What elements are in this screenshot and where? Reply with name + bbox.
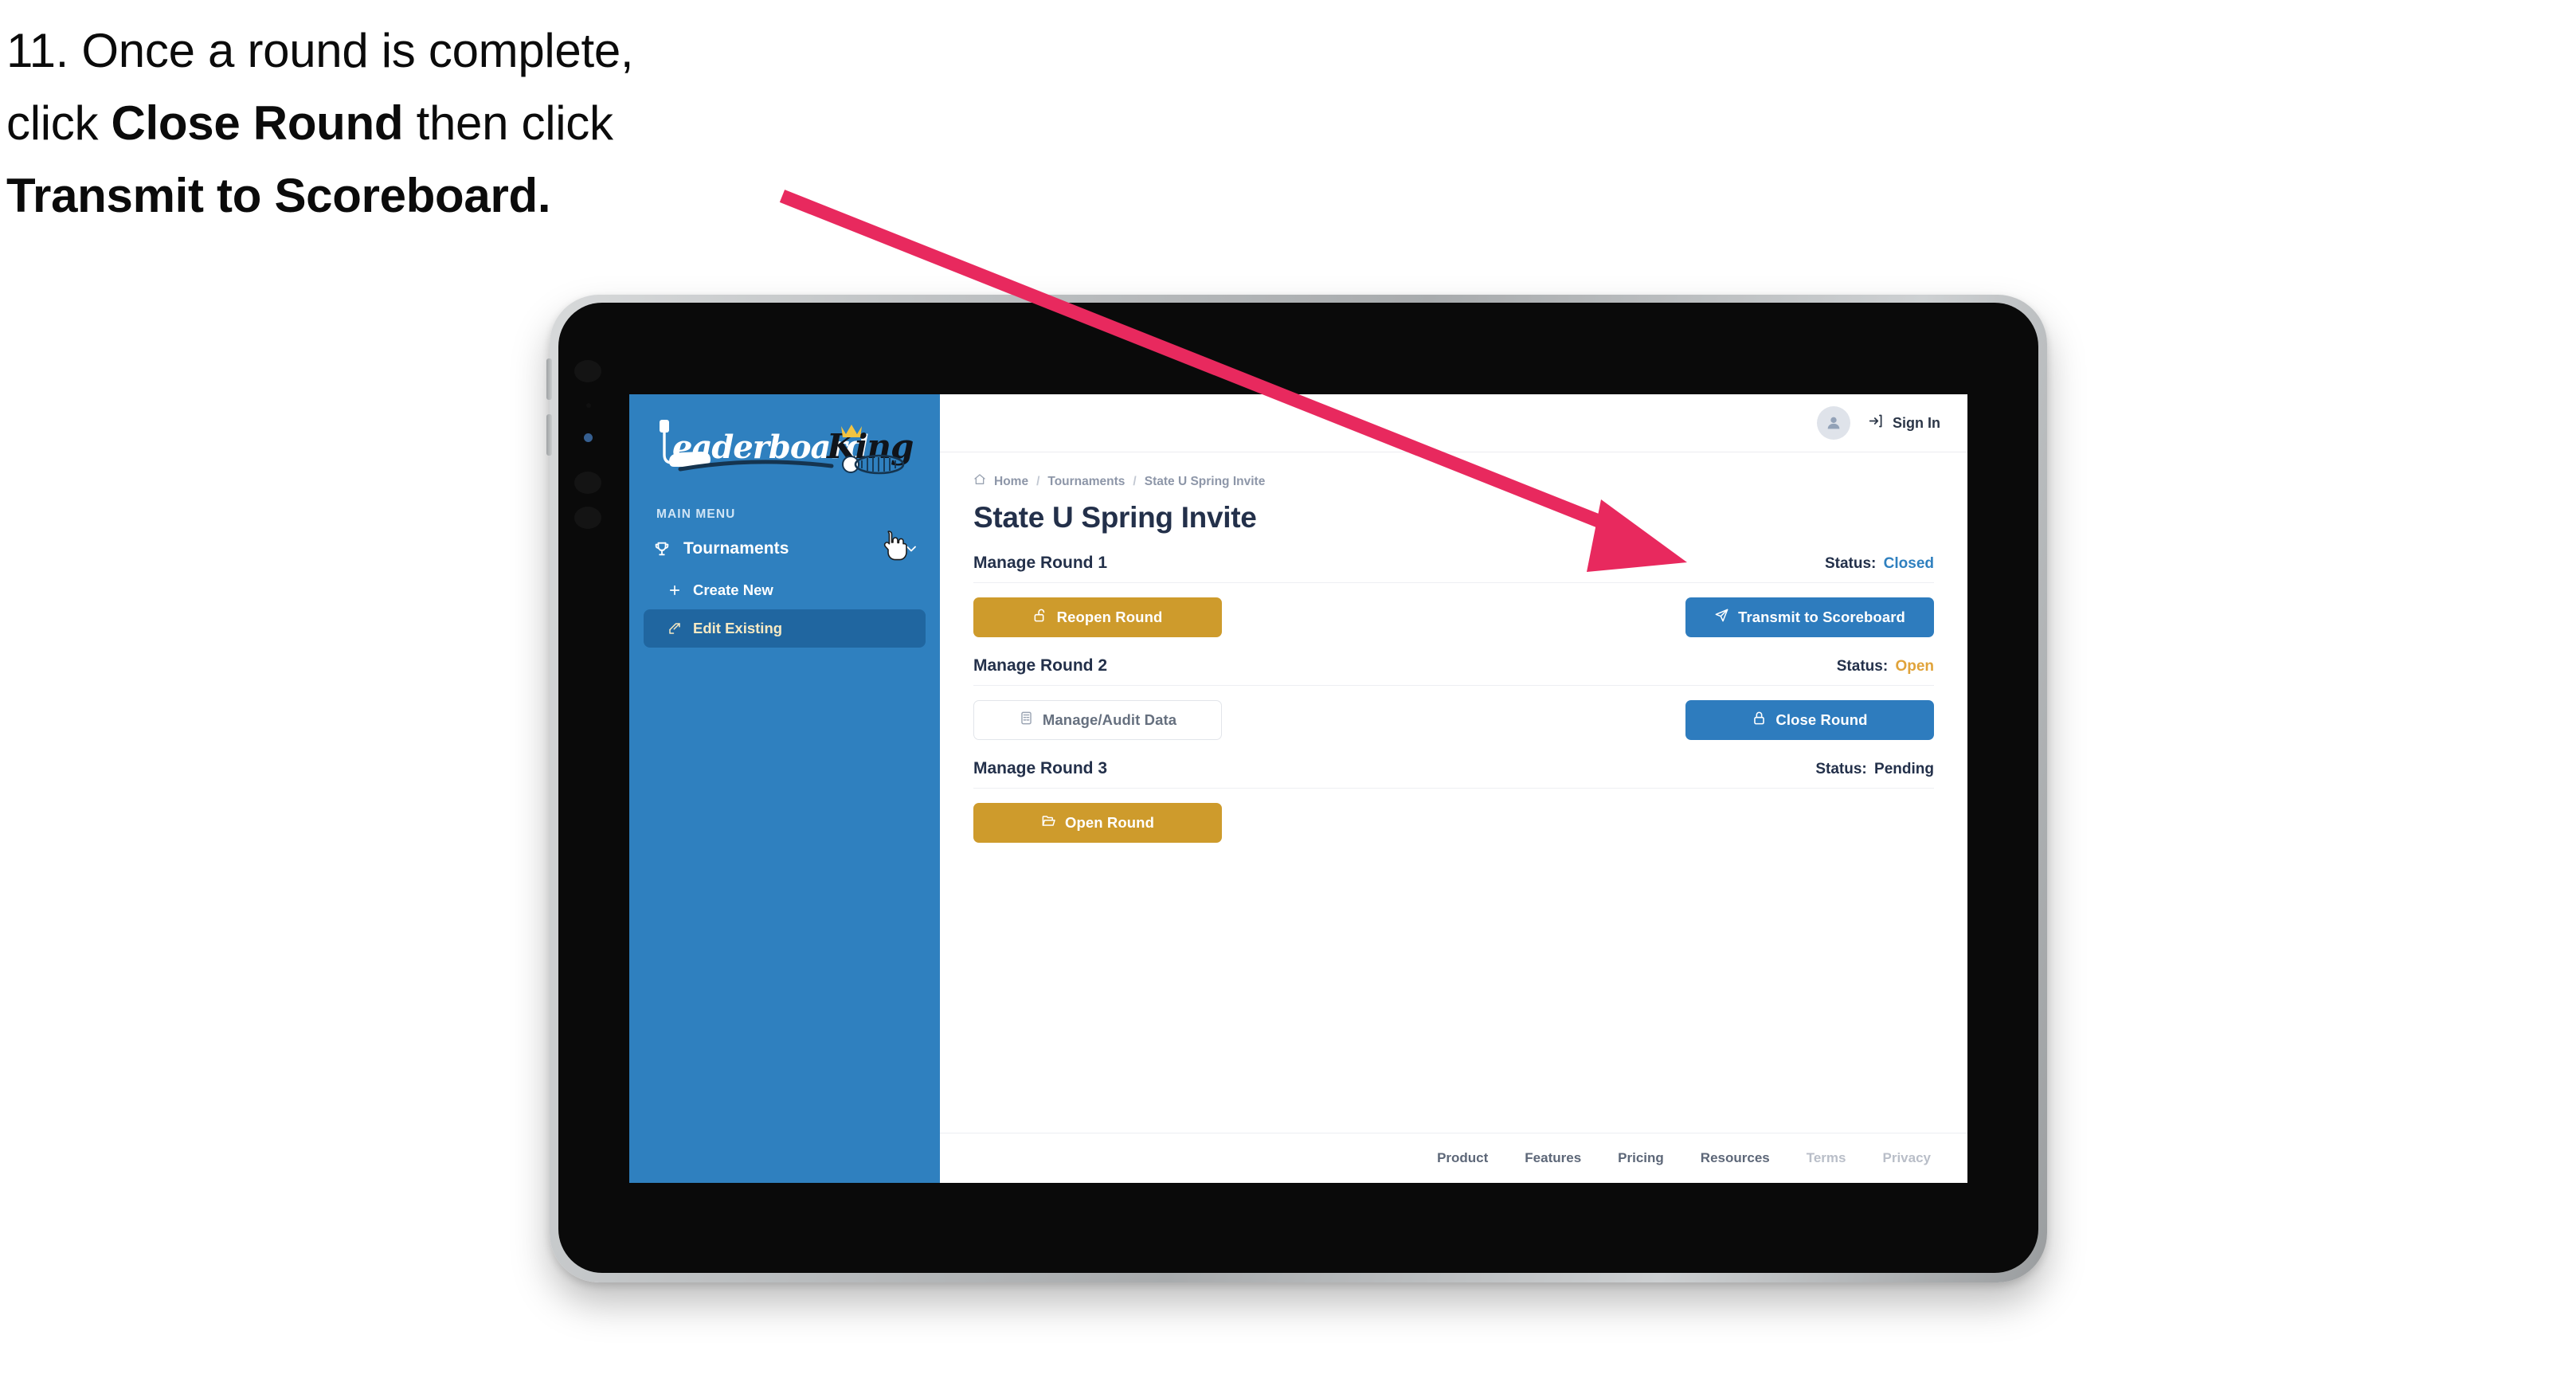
sidebar-section-label: MAIN MENU — [656, 507, 736, 521]
main-content: Sign In Home / Tournaments / State U Spr… — [940, 394, 1967, 1183]
microphone-icon — [574, 507, 601, 529]
status-badge: Status: Pending — [1815, 761, 1934, 778]
breadcrumb-item-home[interactable]: Home — [994, 475, 1028, 489]
status-value: Open — [1895, 658, 1934, 675]
breadcrumb-separator: / — [1133, 474, 1137, 488]
footer-link-resources[interactable]: Resources — [1701, 1150, 1770, 1166]
page-title: State U Spring Invite — [973, 501, 1257, 534]
round-actions: Manage/Audit Data Close Round — [973, 700, 1934, 740]
footer-link-pricing[interactable]: Pricing — [1618, 1150, 1664, 1166]
unlock-icon — [1033, 608, 1048, 627]
round-title: Manage Round 2 — [973, 656, 1108, 675]
caption-line-3: Transmit to Scoreboard. — [6, 159, 883, 232]
status-value: Pending — [1874, 761, 1934, 777]
breadcrumb: Home / Tournaments / State U Spring Invi… — [973, 473, 1934, 490]
open-round-button[interactable]: Open Round — [973, 803, 1222, 843]
app-logo[interactable]: eaderboard King — [629, 394, 940, 490]
volume-up-button[interactable] — [546, 358, 552, 400]
volume-down-button[interactable] — [546, 414, 552, 456]
status-label: Status: — [1824, 555, 1877, 572]
ambient-sensor-icon — [574, 472, 601, 494]
button-label: Transmit to Scoreboard — [1738, 609, 1905, 625]
round-header: Manage Round 1 Status: Closed — [973, 554, 1934, 583]
folder-open-icon — [1041, 813, 1056, 832]
status-badge: Status: Open — [1837, 658, 1934, 675]
sign-in-icon — [1868, 413, 1885, 433]
status-value: Closed — [1883, 555, 1934, 572]
user-avatar-icon[interactable] — [1817, 406, 1850, 440]
home-icon[interactable] — [973, 473, 986, 490]
sidebar-item-label: Create New — [693, 581, 773, 598]
button-label: Reopen Round — [1056, 609, 1163, 625]
sign-in-label: Sign In — [1893, 414, 1940, 431]
edit-pencil-icon — [664, 621, 685, 636]
clipboard-icon — [1019, 711, 1034, 730]
reopen-round-button[interactable]: Reopen Round — [973, 597, 1222, 637]
tablet-device-mockup: eaderboard King MAIN MENU Tournaments Cr… — [546, 295, 2047, 1282]
round-actions: Reopen Round Transmit to Scoreboard — [973, 597, 1934, 637]
chevron-down-icon[interactable] — [903, 541, 919, 557]
sidebar-group-label: Tournaments — [683, 539, 789, 558]
status-label: Status: — [1815, 761, 1867, 777]
status-label: Status: — [1836, 658, 1889, 675]
round-block-3: Manage Round 3 Status: Pending Open Roun… — [973, 759, 1934, 843]
footer-link-privacy[interactable]: Privacy — [1883, 1150, 1932, 1166]
instruction-caption: 11. Once a round is complete, click Clos… — [6, 14, 883, 233]
leaderboard-king-logo-icon: eaderboard King — [660, 420, 913, 475]
trophy-icon — [653, 540, 677, 558]
breadcrumb-separator: / — [1036, 474, 1040, 488]
round-block-1: Manage Round 1 Status: Closed Reopen Rou… — [973, 554, 1934, 637]
footer-link-product[interactable]: Product — [1437, 1150, 1488, 1166]
transmit-to-scoreboard-button[interactable]: Transmit to Scoreboard — [1685, 597, 1934, 637]
lock-icon — [1752, 711, 1767, 730]
round-block-2: Manage Round 2 Status: Open Manage/Audit… — [973, 656, 1934, 740]
round-title: Manage Round 1 — [973, 554, 1108, 572]
button-label: Close Round — [1775, 711, 1868, 728]
footer-link-features[interactable]: Features — [1525, 1150, 1581, 1166]
caption-bold-transmit: Transmit to Scoreboard. — [6, 169, 551, 223]
close-round-button[interactable]: Close Round — [1685, 700, 1934, 740]
caption-line-2: click Close Round then click — [6, 96, 613, 151]
manage-audit-data-button[interactable]: Manage/Audit Data — [973, 700, 1222, 740]
plus-icon — [664, 583, 685, 597]
tablet-screen: eaderboard King MAIN MENU Tournaments Cr… — [629, 394, 1967, 1183]
sidebar-submenu: Create New Edit Existing — [629, 571, 940, 648]
button-label: Open Round — [1065, 814, 1154, 831]
button-label: Manage/Audit Data — [1042, 711, 1177, 728]
footer-link-terms[interactable]: Terms — [1807, 1150, 1846, 1166]
sidebar-item-create-new[interactable]: Create New — [644, 571, 926, 609]
footer: Product Features Pricing Resources Terms… — [940, 1133, 1967, 1183]
sidebar-item-label: Edit Existing — [693, 620, 783, 636]
page-content: Home / Tournaments / State U Spring Invi… — [940, 452, 1967, 1133]
status-led-icon — [584, 433, 593, 442]
status-badge: Status: Closed — [1825, 555, 1934, 573]
breadcrumb-item-current: State U Spring Invite — [1144, 474, 1266, 488]
round-header: Manage Round 3 Status: Pending — [973, 759, 1934, 789]
round-title: Manage Round 3 — [973, 759, 1108, 777]
sidebar-group-tournaments[interactable]: Tournaments — [629, 522, 940, 558]
sidebar: eaderboard King MAIN MENU Tournaments Cr… — [629, 394, 940, 1183]
front-camera-icon — [574, 360, 601, 382]
sidebar-item-edit-existing[interactable]: Edit Existing — [644, 609, 926, 648]
round-header: Manage Round 2 Status: Open — [973, 656, 1934, 686]
sign-in-button[interactable]: Sign In — [1868, 413, 1940, 433]
breadcrumb-item-tournaments[interactable]: Tournaments — [1047, 475, 1125, 489]
caption-line-1: 11. Once a round is complete, — [6, 24, 634, 77]
paper-plane-icon — [1714, 608, 1729, 627]
caption-bold-close-round: Close Round — [111, 96, 404, 151]
proximity-sensor-icon — [586, 403, 591, 408]
top-bar: Sign In — [940, 394, 1967, 452]
round-actions: Open Round — [973, 803, 1934, 843]
